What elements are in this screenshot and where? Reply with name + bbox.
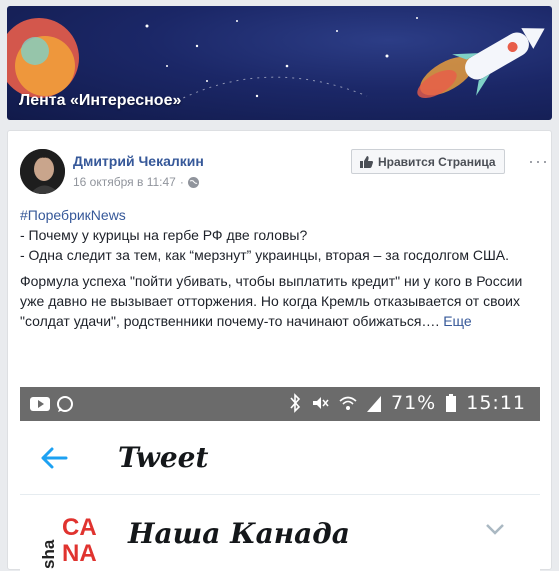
feed-banner: Лента «Интересное» — [7, 6, 552, 120]
wifi-icon — [339, 396, 357, 410]
meta-separator: · — [179, 175, 184, 189]
signal-icon — [367, 396, 381, 412]
attached-screenshot[interactable]: 71% 15:11 Tweet sha CA NA Наша Канада — [20, 387, 540, 571]
svg-text:NA: NA — [62, 540, 97, 567]
bluetooth-icon — [290, 393, 301, 413]
banner-title: Лента «Интересное» — [19, 92, 182, 109]
mute-icon — [313, 397, 329, 409]
svg-text:sha: sha — [42, 539, 58, 569]
like-page-label: Нравится Страница — [378, 154, 496, 169]
avatar[interactable] — [20, 149, 65, 194]
account-row[interactable]: sha CA NA Наша Канада — [20, 495, 540, 571]
globe-icon — [187, 176, 199, 188]
back-arrow-icon[interactable] — [40, 447, 68, 469]
post-line-2: - Одна следит за тем, как “мерзнут” укра… — [20, 247, 510, 263]
whatsapp-icon — [57, 396, 73, 412]
post-meta: 16 октября в 11:47 · — [73, 175, 199, 189]
more-options-icon[interactable]: ··· — [528, 151, 549, 172]
post-card: Дмитрий Чекалкин 16 октября в 11:47 · Нр… — [7, 130, 552, 571]
tweet-title: Tweet — [118, 441, 209, 474]
battery-icon — [446, 394, 457, 412]
status-time: 15:11 — [466, 392, 526, 414]
post-line-1: - Почему у курицы на гербе РФ две головы… — [20, 227, 308, 243]
account-logo: sha CA NA — [42, 509, 112, 571]
chevron-down-icon[interactable] — [485, 523, 505, 535]
phone-status-bar: 71% 15:11 — [20, 387, 540, 421]
tweet-header: Tweet — [20, 421, 540, 495]
author-name[interactable]: Дмитрий Чекалкин — [73, 153, 204, 169]
post-paragraph: Формула успеха "пойти убивать, чтобы вып… — [20, 271, 540, 331]
see-more-link[interactable]: Еще — [443, 313, 472, 329]
hashtag-link[interactable]: #ПоребрикNews — [20, 207, 126, 223]
account-name[interactable]: Наша Канада — [128, 517, 350, 550]
svg-text:CA: CA — [62, 514, 97, 541]
post-text: #ПоребрикNews - Почему у курицы на гербе… — [20, 205, 540, 331]
thumbs-up-icon — [360, 155, 373, 168]
like-page-button[interactable]: Нравится Страница — [351, 149, 505, 174]
battery-percent: 71% — [391, 392, 437, 414]
youtube-icon — [30, 397, 50, 411]
post-date[interactable]: 16 октября в 11:47 — [73, 175, 176, 189]
